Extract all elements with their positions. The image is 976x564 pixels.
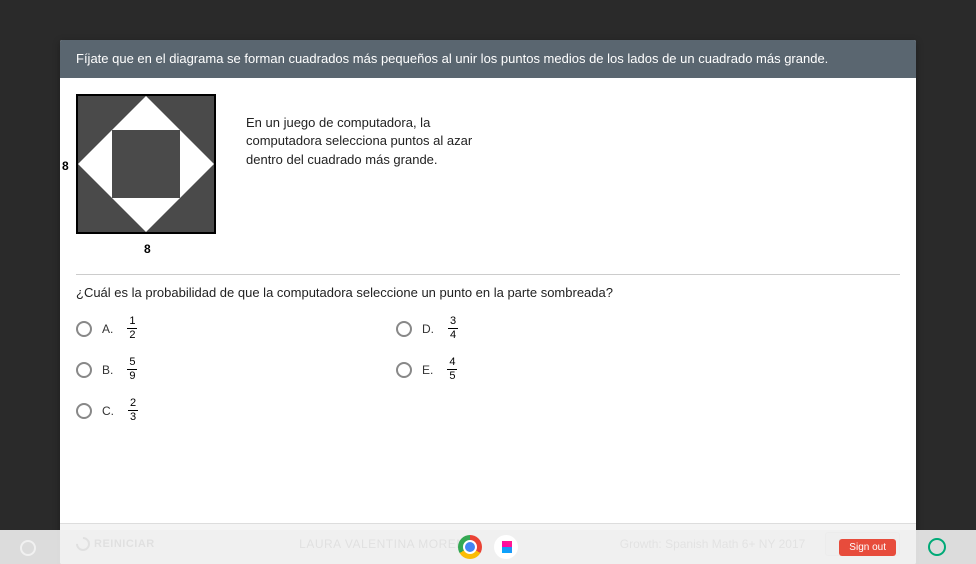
fraction-denominator: 4 bbox=[450, 329, 456, 341]
answer-letter: D. bbox=[422, 322, 434, 336]
radio-icon bbox=[76, 403, 92, 419]
taskbar: Sign out bbox=[0, 530, 976, 564]
fraction-numerator: 3 bbox=[448, 316, 458, 329]
content-area: 8 8 En un juego de computadora, la compu… bbox=[60, 78, 916, 523]
answer-option-b[interactable]: B. 5 9 bbox=[76, 353, 356, 386]
question-prompt: ¿Cuál es la probabilidad de que la compu… bbox=[76, 285, 900, 300]
fraction: 1 2 bbox=[127, 316, 137, 341]
fraction: 3 4 bbox=[448, 316, 458, 341]
fraction-denominator: 5 bbox=[449, 370, 455, 382]
answer-letter: E. bbox=[422, 363, 433, 377]
fraction: 2 3 bbox=[128, 398, 138, 423]
radio-icon bbox=[76, 321, 92, 337]
power-icon[interactable] bbox=[928, 538, 946, 556]
signout-button[interactable]: Sign out bbox=[839, 539, 896, 556]
fraction-numerator: 1 bbox=[127, 316, 137, 329]
radio-icon bbox=[396, 321, 412, 337]
answer-letter: A. bbox=[102, 322, 113, 336]
fraction-denominator: 2 bbox=[129, 329, 135, 341]
fraction-numerator: 5 bbox=[127, 357, 137, 370]
problem-row: 8 8 En un juego de computadora, la compu… bbox=[76, 94, 900, 254]
answer-option-d[interactable]: D. 3 4 bbox=[396, 312, 676, 345]
answer-letter: C. bbox=[102, 404, 114, 418]
radio-icon bbox=[76, 362, 92, 378]
side-label-left: 8 bbox=[62, 159, 69, 173]
diagram-svg bbox=[76, 94, 216, 234]
instruction-bar: Fíjate que en el diagrama se forman cuad… bbox=[60, 40, 916, 78]
fraction-numerator: 4 bbox=[447, 357, 457, 370]
fraction-denominator: 9 bbox=[129, 370, 135, 382]
square-diagram: 8 8 bbox=[76, 94, 226, 254]
chrome-icon[interactable] bbox=[458, 535, 482, 559]
answer-letter: B. bbox=[102, 363, 113, 377]
side-label-bottom: 8 bbox=[144, 242, 151, 256]
problem-description: En un juego de computadora, la computado… bbox=[246, 114, 506, 169]
answer-option-c[interactable]: C. 2 3 bbox=[76, 394, 356, 427]
answer-option-a[interactable]: A. 1 2 bbox=[76, 312, 356, 345]
play-store-icon[interactable] bbox=[494, 535, 518, 559]
fraction-numerator: 2 bbox=[128, 398, 138, 411]
question-panel: Fíjate que en el diagrama se forman cuad… bbox=[60, 40, 916, 564]
fraction-denominator: 3 bbox=[130, 411, 136, 423]
answer-grid: A. 1 2 D. 3 4 B. 5 9 bbox=[76, 312, 676, 427]
radio-icon bbox=[396, 362, 412, 378]
answer-option-e[interactable]: E. 4 5 bbox=[396, 353, 676, 386]
fraction: 5 9 bbox=[127, 357, 137, 382]
fraction: 4 5 bbox=[447, 357, 457, 382]
divider bbox=[76, 274, 900, 275]
